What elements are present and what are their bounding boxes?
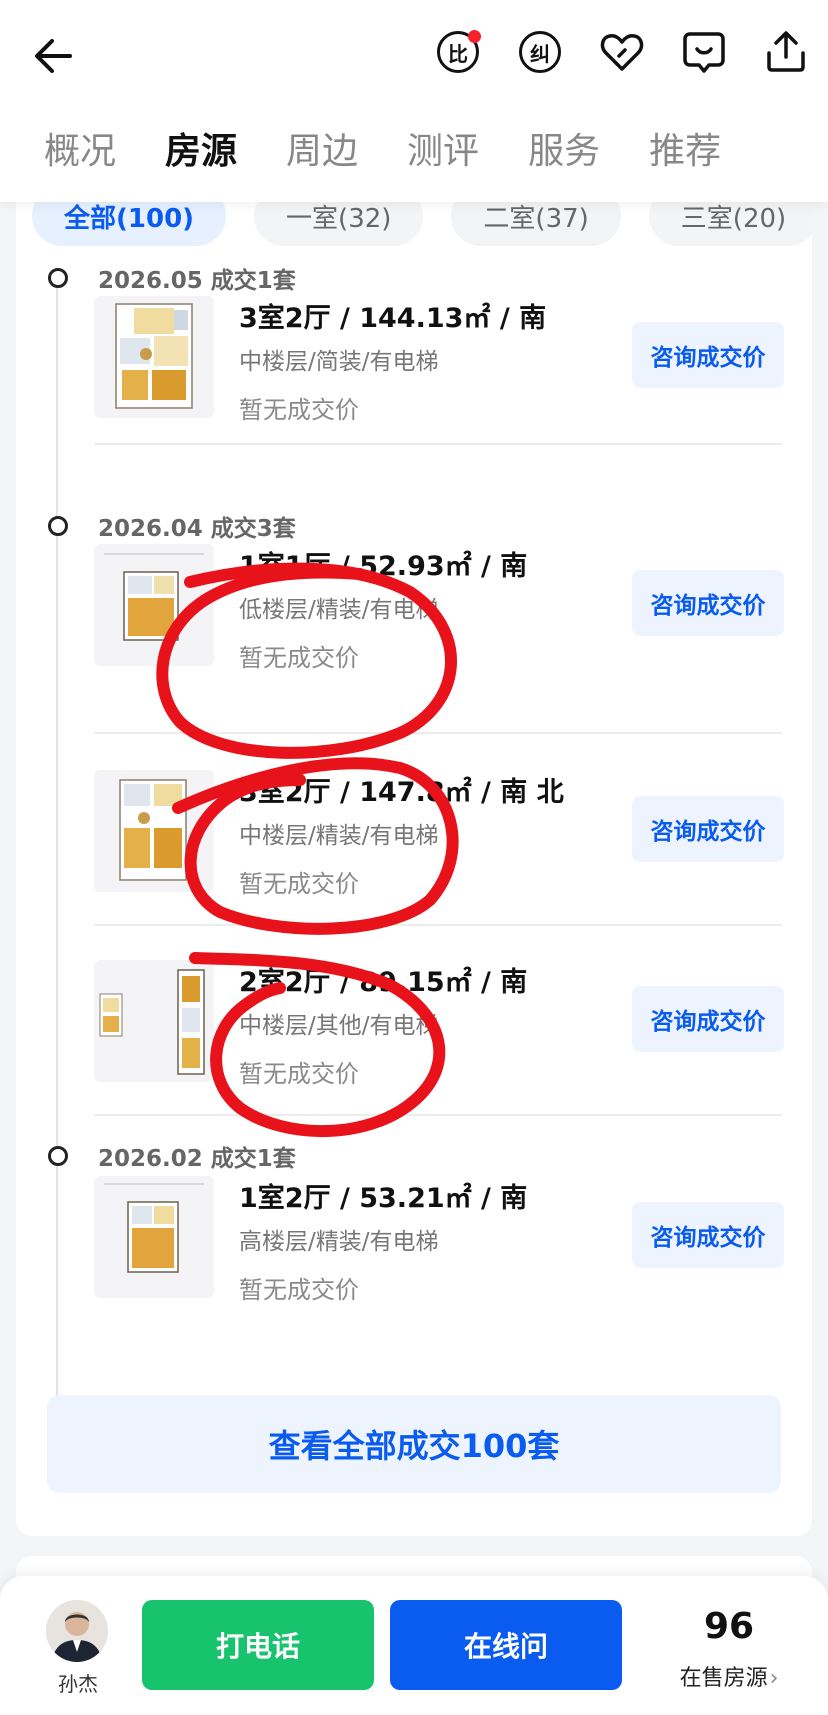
divider xyxy=(94,924,782,926)
bottom-action-bar: 孙杰 打电话 在线问 96 在售房源› xyxy=(0,1576,828,1715)
floorplan-thumbnail xyxy=(94,770,214,892)
ask-price-button[interactable]: 咨询成交价 xyxy=(632,570,784,636)
view-all-transactions-button[interactable]: 查看全部成交100套 xyxy=(47,1395,781,1493)
listing-price: 暂无成交价 xyxy=(239,1060,359,1088)
listing-item[interactable]: 3室2厅 / 144.13㎡ / 南 中楼层/简装/有电梯 暂无成交价 咨询成交… xyxy=(94,296,784,424)
listing-price: 暂无成交价 xyxy=(239,644,359,672)
tab-services[interactable]: 服务 xyxy=(528,130,600,174)
listing-attributes: 中楼层/其他/有电梯 xyxy=(239,1013,439,1039)
timeline-dot xyxy=(48,1146,68,1166)
tab-listings[interactable]: 房源 xyxy=(165,130,237,174)
group-date: 2026.02 成交1套 xyxy=(98,1146,296,1172)
tab-surroundings[interactable]: 周边 xyxy=(286,130,358,174)
share-icon xyxy=(767,31,805,72)
floorplan-thumbnail xyxy=(94,960,214,1082)
transactions-card: 全部(100) 一室(32) 二室(37) 三室(20) 2026.05 成交1… xyxy=(16,150,812,1536)
listing-attributes: 中楼层/精装/有电梯 xyxy=(239,823,439,849)
listing-item[interactable]: 1室1厅 / 52.93㎡ / 南 低楼层/精装/有电梯 暂无成交价 咨询成交价 xyxy=(94,544,784,672)
floorplan-thumbnail xyxy=(94,1176,214,1298)
chevron-right-icon: › xyxy=(769,1666,779,1691)
listing-title: 3室2厅 / 147.8㎡ / 南 北 xyxy=(239,777,564,808)
listing-title: 2室2厅 / 89.15㎡ / 南 xyxy=(239,967,528,998)
timeline-line xyxy=(56,280,58,1480)
favorite-button[interactable] xyxy=(598,28,646,76)
notification-dot xyxy=(468,30,481,43)
group-date: 2026.05 成交1套 xyxy=(98,268,296,294)
floorplan-thumbnail xyxy=(94,544,214,666)
listing-title: 1室2厅 / 53.21㎡ / 南 xyxy=(239,1183,528,1214)
message-button[interactable] xyxy=(680,28,728,76)
heart-icon xyxy=(600,34,644,71)
listing-attributes: 高楼层/精装/有电梯 xyxy=(239,1229,439,1255)
header-actions: 比 纠 xyxy=(434,28,810,76)
avatar xyxy=(46,1600,108,1662)
compare-button[interactable]: 比 xyxy=(434,28,482,76)
for-sale-link[interactable]: 在售房源› xyxy=(664,1660,794,1692)
listing-attributes: 低楼层/精装/有电梯 xyxy=(239,597,439,623)
correction-icon: 纠 xyxy=(519,31,561,73)
tab-recommend[interactable]: 推荐 xyxy=(649,130,721,174)
listing-title: 1室1厅 / 52.93㎡ / 南 xyxy=(239,551,528,582)
agent-name: 孙杰 xyxy=(58,1672,98,1696)
divider xyxy=(94,443,782,445)
listing-price: 暂无成交价 xyxy=(239,870,359,898)
ask-price-button[interactable]: 咨询成交价 xyxy=(632,986,784,1052)
online-chat-button[interactable]: 在线问 xyxy=(390,1600,622,1690)
chat-bubble-icon xyxy=(683,32,725,73)
ask-price-button[interactable]: 咨询成交价 xyxy=(632,322,784,388)
listing-attributes: 中楼层/简装/有电梯 xyxy=(239,349,439,375)
timeline-dot xyxy=(48,516,68,536)
tab-overview[interactable]: 概况 xyxy=(44,130,116,174)
listing-item[interactable]: 2室2厅 / 89.15㎡ / 南 中楼层/其他/有电梯 暂无成交价 咨询成交价 xyxy=(94,960,784,1088)
back-button[interactable] xyxy=(30,30,82,82)
call-button[interactable]: 打电话 xyxy=(142,1600,374,1690)
ask-price-button[interactable]: 咨询成交价 xyxy=(632,796,784,862)
agent-profile[interactable]: 孙杰 xyxy=(46,1600,110,1697)
correction-button[interactable]: 纠 xyxy=(516,28,564,76)
for-sale-label: 在售房源 xyxy=(679,1666,768,1691)
timeline-group-header: 2026.05 成交1套 xyxy=(48,263,296,294)
listing-price: 暂无成交价 xyxy=(239,396,359,424)
floorplan-thumbnail xyxy=(94,296,214,418)
listing-item[interactable]: 3室2厅 / 147.8㎡ / 南 北 中楼层/精装/有电梯 暂无成交价 咨询成… xyxy=(94,770,784,898)
listing-title: 3室2厅 / 144.13㎡ / 南 xyxy=(239,303,547,334)
timeline-group-header: 2026.02 成交1套 xyxy=(48,1141,296,1172)
divider xyxy=(94,1114,782,1116)
divider xyxy=(94,732,782,734)
for-sale-count[interactable]: 96 xyxy=(670,1606,788,1647)
tab-reviews[interactable]: 测评 xyxy=(407,130,479,174)
group-date: 2026.04 成交3套 xyxy=(98,516,296,542)
timeline-dot xyxy=(48,268,68,288)
top-header: 比 纠 概况 房源 周边 测评 服务 推荐 xyxy=(0,0,828,202)
back-arrow-icon xyxy=(35,39,72,73)
section-tabs: 概况 房源 周边 测评 服务 推荐 xyxy=(44,130,770,174)
listing-item[interactable]: 1室2厅 / 53.21㎡ / 南 高楼层/精装/有电梯 暂无成交价 咨询成交价 xyxy=(94,1176,784,1304)
ask-price-button[interactable]: 咨询成交价 xyxy=(632,1202,784,1268)
timeline-group-header: 2026.04 成交3套 xyxy=(48,511,296,542)
listing-price: 暂无成交价 xyxy=(239,1276,359,1304)
share-button[interactable] xyxy=(762,28,810,76)
